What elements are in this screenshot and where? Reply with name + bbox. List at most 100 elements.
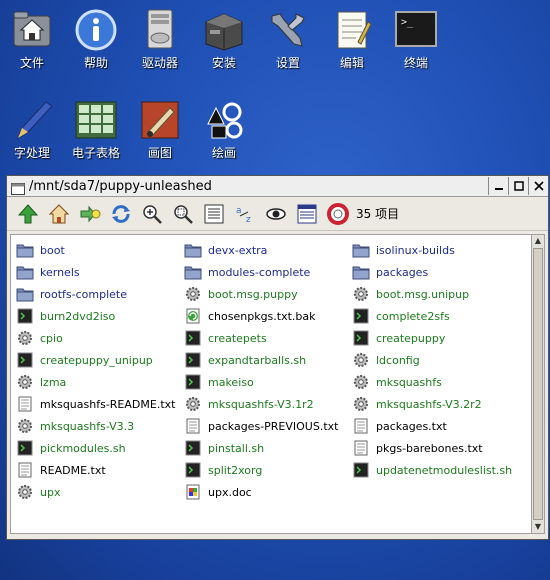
desktop-icon-wordprocessor[interactable]: 字处理 bbox=[0, 98, 64, 161]
file-item[interactable]: createpets bbox=[184, 327, 352, 349]
desktop-icon-files[interactable]: 文件 bbox=[0, 8, 64, 71]
desktop-icon-spreadsheet[interactable]: 电子表格 bbox=[64, 98, 128, 161]
maximize-button[interactable] bbox=[508, 177, 528, 195]
file-item[interactable]: isolinux-builds bbox=[352, 239, 520, 261]
file-name: cpio bbox=[40, 331, 63, 345]
file-item[interactable]: burn2dvd2iso bbox=[16, 305, 184, 327]
file-name: packages-PREVIOUS.txt bbox=[208, 419, 339, 433]
scroll-thumb[interactable] bbox=[533, 248, 543, 520]
scroll-down-icon[interactable]: ▼ bbox=[532, 521, 544, 533]
file-item[interactable]: devx-extra bbox=[184, 239, 352, 261]
desktop-icon-paint[interactable]: 画图 bbox=[128, 98, 192, 161]
file-item[interactable]: boot.msg.puppy bbox=[184, 283, 352, 305]
minimize-button[interactable] bbox=[488, 177, 508, 195]
file-item[interactable]: chosenpkgs.txt.bak bbox=[184, 305, 352, 327]
file-item[interactable]: lzma bbox=[16, 371, 184, 393]
file-item[interactable]: createpuppy bbox=[352, 327, 520, 349]
file-item[interactable]: pickmodules.sh bbox=[16, 437, 184, 459]
file-item[interactable]: upx.doc bbox=[184, 481, 352, 503]
zoom-in-button[interactable] bbox=[137, 200, 166, 227]
svg-text:>_: >_ bbox=[401, 17, 414, 28]
file-item[interactable]: boot.msg.unipup bbox=[352, 283, 520, 305]
file-item[interactable]: cpio bbox=[16, 327, 184, 349]
file-item[interactable]: upx bbox=[16, 481, 184, 503]
file-item[interactable]: pkgs-barebones.txt bbox=[352, 437, 520, 459]
file-item[interactable]: mksquashfs-V3.2r2 bbox=[352, 393, 520, 415]
file-name: burn2dvd2iso bbox=[40, 309, 116, 323]
bookmark-arrow-icon bbox=[80, 205, 100, 222]
file-item[interactable]: packages.txt bbox=[352, 415, 520, 437]
file-item[interactable]: mksquashfs-V3.3 bbox=[16, 415, 184, 437]
zoom-in-icon bbox=[142, 204, 162, 224]
file-name: lzma bbox=[40, 375, 67, 389]
wrench-icon bbox=[264, 8, 312, 52]
file-name: mksquashfs-V3.3 bbox=[40, 419, 135, 433]
executable-gear-icon bbox=[352, 396, 370, 412]
file-name: kernels bbox=[40, 265, 80, 279]
script-icon bbox=[352, 330, 370, 346]
file-item[interactable]: complete2sfs bbox=[352, 305, 520, 327]
file-item[interactable]: pinstall.sh bbox=[184, 437, 352, 459]
close-button[interactable] bbox=[528, 177, 548, 195]
desktop-icon-terminal[interactable]: >_ 终端 bbox=[384, 8, 448, 71]
desktop-icon-label: 安装 bbox=[211, 56, 236, 70]
file-item[interactable]: mksquashfs-README.txt bbox=[16, 393, 184, 415]
show-hidden-button[interactable] bbox=[261, 200, 290, 227]
executable-gear-icon bbox=[16, 418, 34, 434]
file-item[interactable]: kernels bbox=[16, 261, 184, 283]
file-item[interactable]: split2xorg bbox=[184, 459, 352, 481]
file-item[interactable]: README.txt bbox=[16, 459, 184, 481]
desktop-icon-settings[interactable]: 设置 bbox=[256, 8, 320, 71]
desktop-icon-draw[interactable]: 绘画 bbox=[192, 98, 256, 161]
file-item[interactable]: boot bbox=[16, 239, 184, 261]
window-menu-icon[interactable] bbox=[11, 180, 25, 195]
desktop-icon-drives[interactable]: 驱动器 bbox=[128, 8, 192, 71]
bookmarks-button[interactable] bbox=[75, 200, 104, 227]
up-directory-button[interactable] bbox=[13, 200, 42, 227]
file-name: modules-complete bbox=[208, 265, 311, 279]
file-item[interactable]: rootfs-complete bbox=[16, 283, 184, 305]
file-name: createpuppy_unipup bbox=[40, 353, 153, 367]
terminal-icon: >_ bbox=[392, 8, 440, 52]
file-name: packages.txt bbox=[376, 419, 447, 433]
desktop-icon-label: 编辑 bbox=[339, 56, 364, 70]
script-icon bbox=[184, 374, 202, 390]
up-arrow-icon bbox=[17, 203, 38, 223]
refresh-button[interactable] bbox=[106, 200, 135, 227]
file-item[interactable]: mksquashfs bbox=[352, 371, 520, 393]
file-name: mksquashfs-V3.1r2 bbox=[208, 397, 314, 411]
desktop-icon-help[interactable]: 帮助 bbox=[64, 8, 128, 71]
scroll-up-icon[interactable]: ▲ bbox=[532, 235, 544, 247]
list-view-button[interactable] bbox=[199, 200, 228, 227]
vertical-scrollbar[interactable]: ▲ ▼ bbox=[531, 234, 545, 534]
text-file-icon bbox=[184, 418, 202, 434]
details-view-button[interactable] bbox=[292, 200, 321, 227]
script-icon bbox=[184, 352, 202, 368]
desktop-icon-edit[interactable]: 编辑 bbox=[320, 8, 384, 71]
file-item[interactable]: createpuppy_unipup bbox=[16, 349, 184, 371]
title-bar[interactable]: /mnt/sda7/puppy-unleashed bbox=[7, 176, 548, 197]
file-item[interactable]: packages-PREVIOUS.txt bbox=[184, 415, 352, 437]
file-item[interactable]: expandtarballs.sh bbox=[184, 349, 352, 371]
file-item[interactable]: mksquashfs-V3.1r2 bbox=[184, 393, 352, 415]
desktop-icon-install[interactable]: 安装 bbox=[192, 8, 256, 71]
file-list-pane[interactable]: boot devx-extra isolinux-builds kernels modu… bbox=[10, 234, 532, 534]
text-file-icon bbox=[16, 396, 34, 412]
desktop-icon-label: 终端 bbox=[403, 56, 428, 70]
file-item[interactable]: updatenetmoduleslist.sh bbox=[352, 459, 520, 481]
file-name: rootfs-complete bbox=[40, 287, 128, 301]
sort-button[interactable]: az bbox=[230, 200, 259, 227]
file-manager-window: /mnt/sda7/puppy-unleashed a z 35 项目 boot… bbox=[6, 175, 549, 540]
zoom-out-button[interactable] bbox=[168, 200, 197, 227]
file-item[interactable]: packages bbox=[352, 261, 520, 283]
file-item[interactable]: modules-complete bbox=[184, 261, 352, 283]
minimize-icon bbox=[494, 188, 503, 190]
file-name: ldconfig bbox=[376, 353, 420, 367]
home-button[interactable] bbox=[44, 200, 73, 227]
executable-gear-icon bbox=[16, 330, 34, 346]
file-item[interactable]: ldconfig bbox=[352, 349, 520, 371]
help-button[interactable] bbox=[323, 200, 352, 227]
refresh-icon bbox=[111, 204, 130, 223]
text-file-icon bbox=[352, 440, 370, 456]
file-item[interactable]: makeiso bbox=[184, 371, 352, 393]
